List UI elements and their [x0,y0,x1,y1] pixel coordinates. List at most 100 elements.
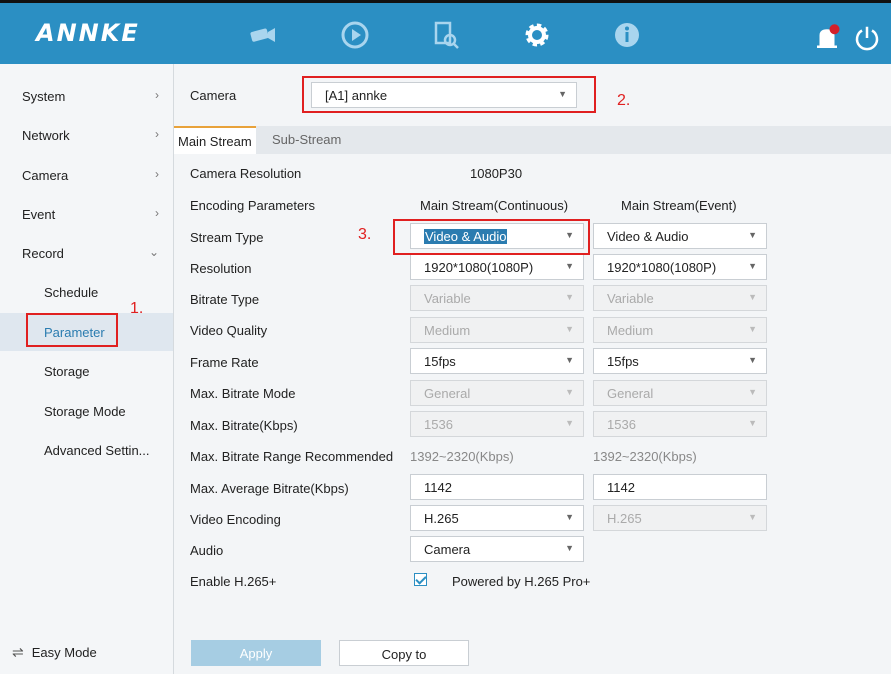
info-icon[interactable] [612,20,642,50]
annotation-box-1 [26,313,118,347]
audio-value: Camera [424,542,471,557]
copy-to-button[interactable]: Copy to [339,640,469,666]
sidebar-item-record[interactable]: Record ⌄ [0,234,173,272]
h265plus-text: Powered by H.265 Pro+ [452,574,591,589]
resolution-label: Resolution [190,261,252,276]
copy-label: Copy to [381,647,427,662]
max-bitrate-mode-main-select: General ▼ [410,380,584,406]
resolution-event-select[interactable]: 1920*1080(1080P) ▼ [593,254,767,280]
gear-icon[interactable] [522,20,552,50]
chevron-right-icon: › [155,127,159,141]
avg-bitrate-event-input[interactable]: 1142 [593,474,767,500]
stream-type-event-select[interactable]: Video & Audio ▼ [593,223,767,249]
sidebar-item-storage-mode[interactable]: Storage Mode [0,392,173,430]
bitrate-type-event-select: Variable ▼ [593,285,767,311]
dropdown-arrow-icon: ▼ [565,418,574,428]
encoding-parameters-label: Encoding Parameters [190,198,316,213]
sidebar-item-camera[interactable]: Camera › [0,156,173,194]
easy-mode-label: Easy Mode [31,645,97,660]
dropdown-arrow-icon: ▼ [565,387,574,397]
column-header-event: Main Stream(Event) [621,198,737,213]
sidebar-item-schedule[interactable]: Schedule [0,273,173,311]
avg-bitrate-main-input[interactable]: 1142 [410,474,584,500]
resolution-main-value: 1920*1080(1080P) [424,260,534,275]
dropdown-arrow-icon: ▼ [565,355,574,365]
top-bar: ANNKE [0,0,891,64]
tab-main-stream[interactable]: Main Stream [174,126,256,154]
bitrate-type-label: Bitrate Type [190,292,260,307]
sidebar-item-storage[interactable]: Storage [0,352,173,390]
annotation-label-2: 2. [617,92,631,109]
max-bitrate-main-value: 1536 [424,417,453,432]
audio-select[interactable]: Camera ▼ [410,536,584,562]
sidebar-item-label: Network [22,128,70,143]
sidebar-item-label: Advanced Settin... [44,443,150,458]
frame-rate-main-select[interactable]: 15fps ▼ [410,348,584,374]
sidebar-item-label: Camera [22,168,69,183]
stream-type-label: Stream Type [190,230,264,245]
dropdown-arrow-icon: ▼ [748,355,757,365]
avg-bitrate-main-value: 1142 [424,480,452,495]
dropdown-arrow-icon: ▼ [565,512,574,522]
dropdown-arrow-icon: ▼ [565,292,574,302]
sidebar-item-event[interactable]: Event › [0,195,173,233]
apply-button[interactable]: Apply [191,640,321,666]
sidebar-item-label: Record [22,246,64,261]
power-icon[interactable] [852,23,879,51]
apply-label: Apply [239,646,273,661]
chevron-down-icon: ⌄ [148,245,159,259]
video-encoding-event-value: H.265 [607,511,642,526]
camera-icon[interactable] [248,20,278,50]
max-bitrate-label: Max. Bitrate(Kbps) [190,418,298,433]
max-bitrate-mode-event-select: General ▼ [593,380,767,406]
stream-tabs: Main Stream Sub-Stream [174,126,891,154]
video-encoding-main-value: H.265 [424,511,459,526]
frame-rate-event-select[interactable]: 15fps ▼ [593,348,767,374]
max-bitrate-mode-event-value: General [607,386,654,401]
dropdown-arrow-icon: ▼ [748,292,757,302]
easy-mode-link[interactable]: ⇌ Easy Mode [12,644,97,661]
video-quality-label: Video Quality [190,323,268,338]
bitrate-type-event-value: Variable [607,291,654,306]
frame-rate-label: Frame Rate [190,355,259,370]
bitrate-type-main-value: Variable [424,291,471,306]
resolution-main-select[interactable]: 1920*1080(1080P) ▼ [410,254,584,280]
column-header-main: Main Stream(Continuous) [420,198,569,213]
sidebar-item-system[interactable]: System › [0,77,173,115]
h265plus-checkbox[interactable] [414,573,427,586]
dropdown-arrow-icon: ▼ [748,230,757,240]
sidebar-item-label: Storage Mode [44,404,126,419]
dropdown-arrow-icon: ▼ [748,512,757,522]
video-encoding-main-select[interactable]: H.265 ▼ [410,505,584,531]
sidebar-item-label: System [22,89,66,104]
notification-bell-icon[interactable] [812,23,840,48]
dropdown-arrow-icon: ▼ [565,324,574,334]
dropdown-arrow-icon: ▼ [748,261,757,271]
chevron-right-icon: › [155,206,159,220]
sidebar-item-advanced-settings[interactable]: Advanced Settin... [0,431,173,469]
sidebar-item-network[interactable]: Network › [0,116,173,154]
sidebar-item-label: Storage [44,364,90,379]
tab-sub-stream[interactable]: Sub-Stream [272,132,341,147]
resolution-event-value: 1920*1080(1080P) [607,260,717,275]
annotation-box-2 [302,76,596,113]
video-quality-event-select: Medium ▼ [593,317,767,343]
video-quality-main-value: Medium [424,323,471,338]
dropdown-arrow-icon: ▼ [565,261,574,271]
bitrate-type-main-select: Variable ▼ [410,285,584,311]
h265plus-label: Enable H.265+ [190,574,277,589]
playback-icon[interactable] [340,20,370,50]
search-file-icon[interactable] [431,20,461,50]
camera-label: Camera [190,88,237,103]
max-bitrate-event-value: 1536 [607,417,636,432]
dropdown-arrow-icon: ▼ [565,543,574,553]
sidebar-item-label: Event [22,207,56,222]
audio-label: Audio [190,543,224,558]
chevron-right-icon: › [155,167,159,181]
stream-type-event-value: Video & Audio [607,229,689,244]
swap-icon: ⇌ [12,644,24,660]
max-bitrate-main-select: 1536 ▼ [410,411,584,437]
bitrate-range-label: Max. Bitrate Range Recommended [190,449,394,464]
avg-bitrate-label: Max. Average Bitrate(Kbps) [190,481,349,496]
frame-rate-event-value: 15fps [607,354,639,369]
